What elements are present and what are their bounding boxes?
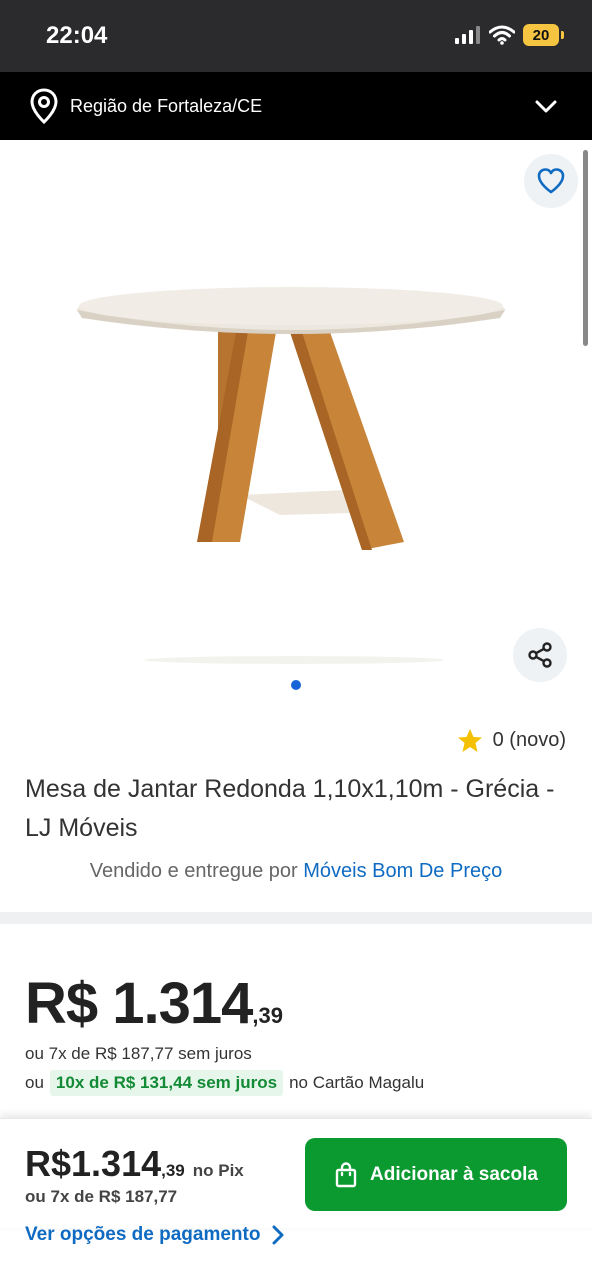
seller-info: Vendido e entregue por Móveis Bom De Pre… xyxy=(0,860,592,883)
status-time: 22:04 xyxy=(46,22,108,49)
card-offer-suffix: no Cartão Magalu xyxy=(289,1073,425,1092)
pix-price-cents: ,39 xyxy=(161,1161,185,1180)
table-illustration xyxy=(77,287,505,664)
card-offer-badge: 10x de R$ 131,44 sem juros xyxy=(49,1070,284,1096)
star-icon xyxy=(457,729,482,752)
region-selector[interactable]: Região de Fortaleza/CE xyxy=(0,72,592,140)
favorite-button[interactable] xyxy=(524,154,578,208)
carousel-dot-active[interactable] xyxy=(291,680,301,690)
seller-link[interactable]: Móveis Bom De Preço xyxy=(303,860,502,882)
heart-icon xyxy=(537,168,565,194)
signal-icon xyxy=(455,26,480,44)
share-button[interactable] xyxy=(513,628,567,682)
section-divider xyxy=(0,912,592,924)
status-bar: 22:04 20 xyxy=(0,0,592,72)
wifi-icon xyxy=(489,25,515,45)
add-to-bag-button[interactable]: Adicionar à sacola xyxy=(305,1138,567,1211)
battery-cap xyxy=(561,31,564,39)
pix-price-main: R$1.314 xyxy=(25,1143,162,1184)
pix-price: R$1.314 ,39 no Pix xyxy=(25,1143,244,1185)
payment-options-label: Ver opções de pagamento xyxy=(25,1224,261,1245)
price-cents: ,39 xyxy=(252,1003,283,1028)
seller-prefix: Vendido e entregue por xyxy=(89,860,298,882)
bottom-installments: ou 7x de R$ 187,77 xyxy=(25,1187,178,1206)
price-main: R$ 1.314 xyxy=(25,971,253,1036)
scroll-indicator xyxy=(583,150,588,346)
battery-icon: 20 xyxy=(523,24,559,46)
add-to-bag-label: Adicionar à sacola xyxy=(370,1163,538,1185)
share-icon xyxy=(528,642,552,668)
battery-level: 20 xyxy=(532,26,550,44)
payment-options-link[interactable]: Ver opções de pagamento xyxy=(25,1224,284,1246)
product-title: Mesa de Jantar Redonda 1,10x1,10m - Gréc… xyxy=(25,775,555,842)
installments-text: ou 7x de R$ 187,77 sem juros xyxy=(25,1044,252,1063)
status-icons: 20 xyxy=(455,24,564,46)
sticky-purchase-bar: R$1.314 ,39 no Pix ou 7x de R$ 187,77 Ad… xyxy=(0,1118,592,1228)
card-offer-prefix: ou xyxy=(25,1073,44,1092)
chevron-right-icon xyxy=(272,1225,284,1245)
price: R$ 1.314 ,39 xyxy=(25,970,283,1037)
product-image[interactable] xyxy=(0,140,592,700)
pix-label: no Pix xyxy=(192,1161,244,1180)
chevron-down-icon[interactable] xyxy=(534,94,558,118)
region-label: Região de Fortaleza/CE xyxy=(70,95,263,116)
rating-text: 0 (novo) xyxy=(492,729,566,751)
shopping-bag-icon xyxy=(335,1161,357,1187)
card-offer-line: ou 10x de R$ 131,44 sem juros no Cartão … xyxy=(25,1070,424,1096)
rating[interactable]: 0 (novo) xyxy=(457,728,566,753)
location-pin-icon xyxy=(30,88,58,124)
